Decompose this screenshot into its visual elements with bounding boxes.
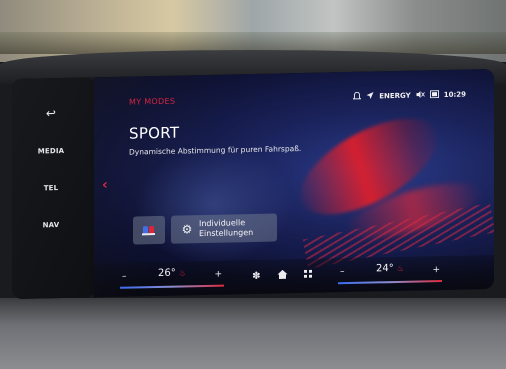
bell-icon <box>352 91 362 102</box>
seat-heating-icon[interactable]: ♨ <box>397 264 404 273</box>
display-icon <box>429 90 439 100</box>
home-icon[interactable] <box>277 269 288 282</box>
background-art <box>134 143 294 267</box>
speaker-muted-icon <box>416 90 425 100</box>
sidebar-item-tel[interactable]: TEL <box>12 183 90 193</box>
infotainment-screen: ↩ MEDIA TEL NAV MY MODES ENERGY 10:29 SP… <box>12 68 494 300</box>
fan-icon[interactable]: ✽ <box>252 270 260 281</box>
passenger-temperature-value: 24° <box>376 263 394 275</box>
sidebar-item-nav[interactable]: NAV <box>12 220 90 230</box>
individual-settings-line2: Einstellungen <box>199 227 254 239</box>
seat-icon <box>141 221 157 240</box>
temperature-slider[interactable] <box>120 284 224 289</box>
individual-settings-label: Individuelle Einstellungen <box>199 218 253 239</box>
sidebar: ↩ MEDIA TEL NAV <box>12 77 90 300</box>
driver-temperature-value: 26° <box>158 267 176 279</box>
chevron-left-icon[interactable]: ‹ <box>102 177 108 193</box>
gear-icon: ⚙ <box>181 222 193 237</box>
climate-quick-actions: ✽ <box>244 267 320 285</box>
seat-heating-icon[interactable]: ♨ <box>179 268 186 277</box>
main-content: MY MODES ENERGY 10:29 SPORT Dynamische A… <box>94 68 494 298</box>
individual-settings-line1: Individuelle <box>199 218 246 229</box>
temperature-slider[interactable] <box>338 280 442 285</box>
driver-temperature: 26° ♨ <box>116 267 228 280</box>
sidebar-item-media[interactable]: MEDIA <box>12 146 90 156</box>
driver-temp-increase-button[interactable]: + <box>214 270 222 280</box>
clock: 10:29 <box>443 90 466 100</box>
passenger-temperature: 24° ♨ <box>334 262 446 275</box>
energy-label: ENERGY <box>379 91 411 101</box>
section-title: MY MODES <box>129 96 176 107</box>
individual-settings-button[interactable]: ⚙ Individuelle Einstellungen <box>171 213 277 244</box>
status-bar: ENERGY 10:29 <box>352 89 466 103</box>
passenger-temperature-control: – 24° ♨ + <box>334 262 446 285</box>
seat-settings-button[interactable] <box>133 215 165 245</box>
passenger-temp-increase-button[interactable]: + <box>432 265 440 275</box>
driver-temperature-control: – 26° ♨ + <box>116 267 228 289</box>
mode-title: SPORT <box>129 123 180 143</box>
climate-bar: – 26° ♨ + ✽ – 24° ♨ + <box>94 254 494 298</box>
apps-grid-icon[interactable] <box>303 269 312 280</box>
navigation-arrow-icon <box>366 91 374 101</box>
dashboard-bottom <box>0 298 506 369</box>
back-icon[interactable]: ↩ <box>12 105 90 121</box>
